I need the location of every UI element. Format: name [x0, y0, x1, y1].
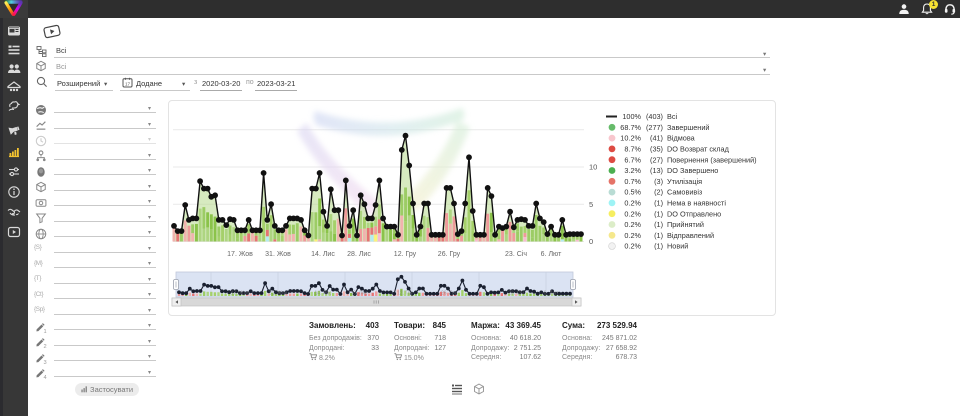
svg-text:28. Лис: 28. Лис: [347, 251, 371, 258]
svg-text:8.7%: 8.7%: [624, 145, 641, 154]
svg-text:6. Лют: 6. Лют: [544, 291, 559, 297]
svg-text:(35): (35): [650, 145, 663, 154]
svg-text:68.7%: 68.7%: [620, 123, 641, 132]
svg-text:0: 0: [589, 237, 593, 246]
svg-text:(1): (1): [654, 209, 663, 218]
svg-text:Утилізація: Утилізація: [667, 177, 702, 186]
svg-text:Нема в наявності: Нема в наявності: [667, 199, 726, 208]
svg-text:DO Возврат склад: DO Возврат склад: [667, 145, 730, 154]
svg-text:(1): (1): [654, 220, 663, 229]
svg-text:17: 17: [125, 82, 131, 87]
svg-text:(1): (1): [654, 242, 663, 251]
svg-text:Самовивіз: Самовивіз: [667, 188, 703, 197]
svg-text:0.2%: 0.2%: [624, 220, 641, 229]
svg-text:10: 10: [589, 163, 597, 172]
svg-text:4: 4: [44, 375, 47, 379]
svg-text:100%: 100%: [622, 112, 641, 121]
svg-text:(41): (41): [650, 134, 663, 143]
svg-text:(3): (3): [654, 177, 663, 186]
svg-text:0.2%: 0.2%: [624, 199, 641, 208]
svg-text:17. Жов: 17. Жов: [227, 251, 253, 258]
svg-text:12. Гру: 12. Гру: [394, 251, 417, 258]
svg-text:(1): (1): [654, 199, 663, 208]
svg-text:0.5%: 0.5%: [624, 188, 641, 197]
svg-text:14. Лис: 14. Лис: [315, 291, 332, 297]
svg-text:Новий: Новий: [667, 242, 688, 251]
svg-text:6. Лют: 6. Лют: [541, 251, 562, 258]
svg-text:(1): (1): [654, 231, 663, 240]
svg-text:0.2%: 0.2%: [624, 209, 641, 218]
svg-text:0.7%: 0.7%: [624, 177, 641, 186]
svg-text:(13): (13): [650, 166, 663, 175]
svg-text:(403): (403): [646, 112, 663, 121]
svg-text:0.2%: 0.2%: [624, 242, 641, 251]
svg-text:6.7%: 6.7%: [624, 155, 641, 164]
svg-text:2: 2: [44, 344, 47, 348]
svg-text:DO Отправлено: DO Отправлено: [667, 209, 721, 218]
svg-text:31. Жов: 31. Жов: [265, 251, 291, 258]
svg-text:Всі: Всі: [667, 112, 678, 121]
svg-text:26. Гру: 26. Гру: [438, 251, 461, 258]
svg-text:3.2%: 3.2%: [624, 166, 641, 175]
svg-text:10.2%: 10.2%: [620, 134, 641, 143]
svg-text:DO Завершено: DO Завершено: [667, 166, 718, 175]
svg-text:(27): (27): [650, 155, 663, 164]
svg-text:0.2%: 0.2%: [624, 231, 641, 240]
svg-text:28. Лис: 28. Лис: [351, 291, 368, 297]
svg-text:5: 5: [589, 200, 593, 209]
svg-text:23. Січ: 23. Січ: [508, 291, 524, 297]
svg-text:Завершений: Завершений: [667, 123, 709, 132]
svg-text:3: 3: [44, 360, 47, 364]
svg-text:(277): (277): [646, 123, 663, 132]
svg-text:Повернення (завершений): Повернення (завершений): [667, 155, 757, 164]
svg-text:23. Січ: 23. Січ: [505, 250, 527, 258]
svg-text:Прийнятий: Прийнятий: [667, 220, 704, 229]
svg-text:Відправлений: Відправлений: [667, 231, 714, 240]
svg-text:17. Жов: 17. Жов: [231, 291, 250, 297]
svg-text:14. Лис: 14. Лис: [311, 251, 335, 258]
svg-text:(2): (2): [654, 188, 663, 197]
svg-text:1: 1: [44, 329, 47, 333]
svg-text:26. Гру: 26. Гру: [441, 291, 457, 297]
svg-text:31. Жов: 31. Жов: [269, 291, 288, 297]
svg-text:12. Гру: 12. Гру: [397, 291, 413, 297]
svg-text:Відмова: Відмова: [667, 134, 696, 143]
